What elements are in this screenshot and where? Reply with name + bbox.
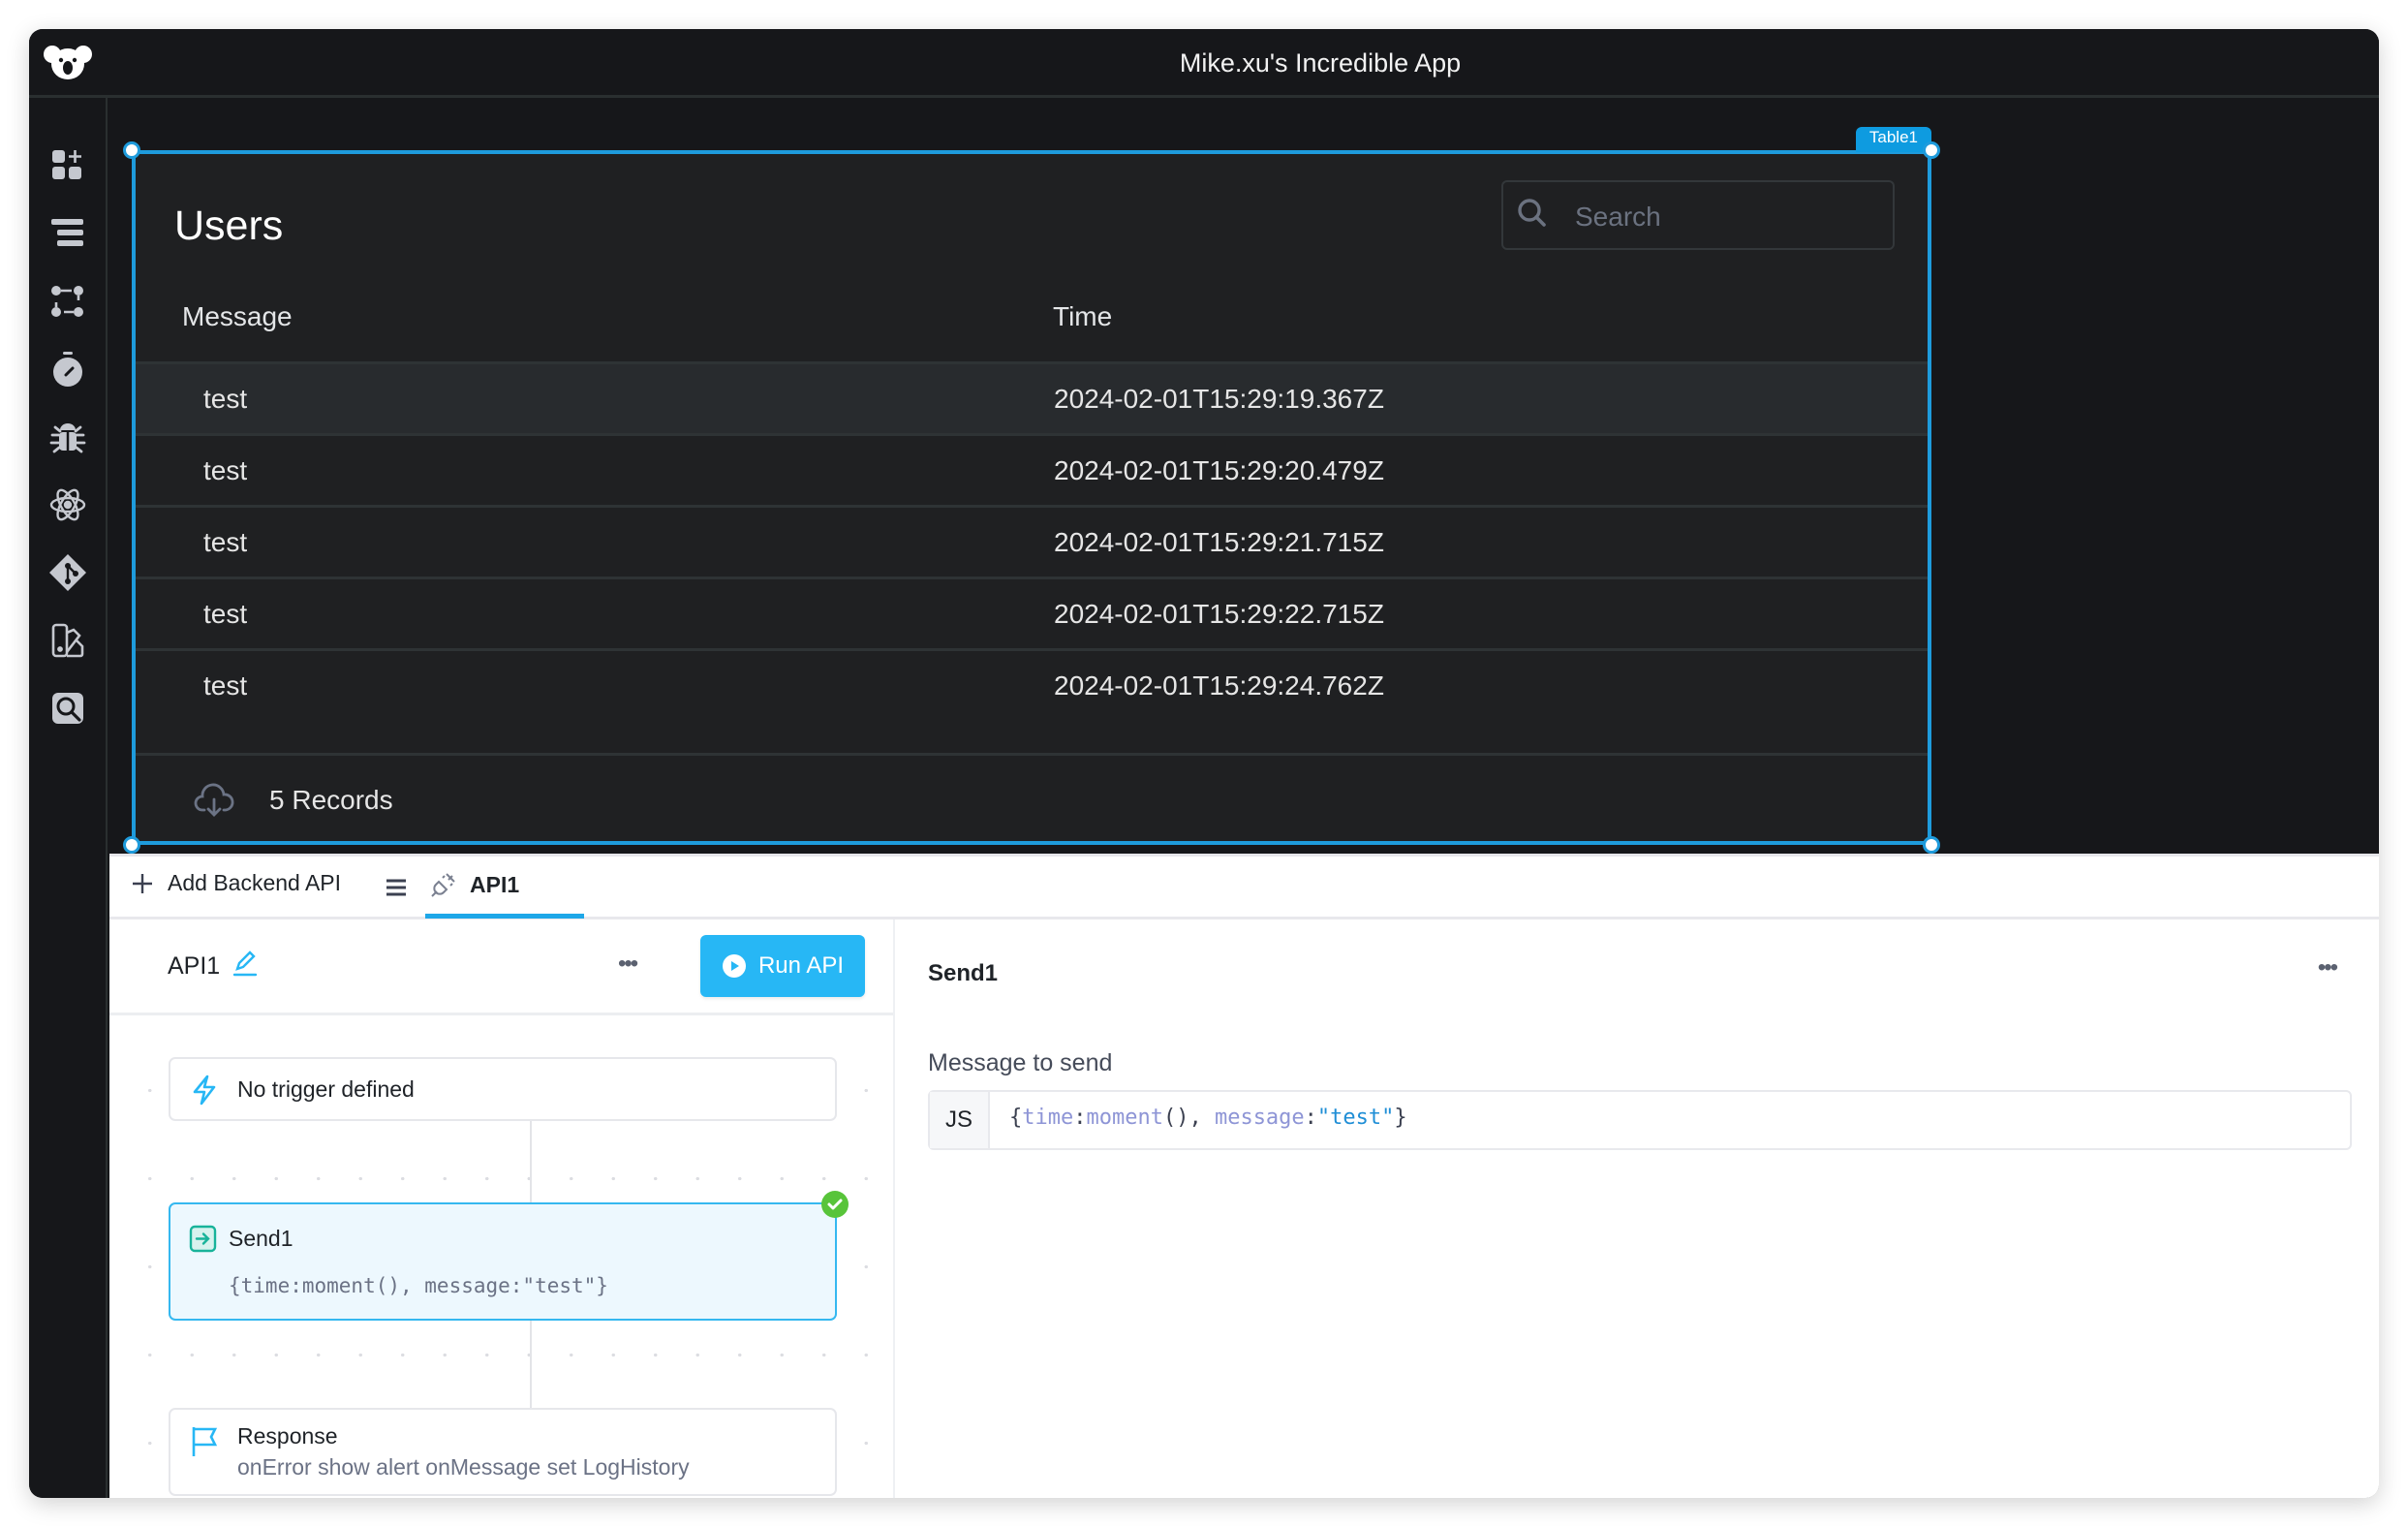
widget-name-tag[interactable]: Table1 <box>1855 127 1931 152</box>
cloud-download-icon[interactable] <box>194 780 234 821</box>
success-check-icon <box>821 1191 849 1218</box>
message-code[interactable]: {time:moment(), message:"test"} <box>1009 1106 1407 1130</box>
app-window: Mike.xu's Incredible App Table1 Users Se… <box>29 29 2379 1498</box>
layers-list-icon[interactable] <box>48 214 87 253</box>
menu-icon[interactable] <box>384 876 409 899</box>
bug-icon[interactable] <box>48 418 87 456</box>
column-header-message[interactable]: Message <box>182 301 293 332</box>
lightning-icon <box>193 1075 216 1106</box>
flag-icon <box>192 1427 218 1456</box>
nodes-icon[interactable] <box>48 282 87 321</box>
response-node[interactable]: Response onError show alert onMessage se… <box>169 1408 837 1496</box>
search-input[interactable] <box>1575 198 1866 236</box>
table-search[interactable] <box>1501 180 1895 250</box>
step-more-button[interactable]: ••• <box>2318 954 2338 982</box>
canvas: Table1 Users Message Time test 2024-02-0… <box>109 98 2379 854</box>
code-token: : <box>1073 1106 1087 1130</box>
language-tag: JS <box>930 1092 990 1148</box>
message-code-editor[interactable]: JS {time:moment(), message:"test"} <box>928 1090 2352 1150</box>
api-name: API1 <box>168 952 221 980</box>
response-label: Response <box>237 1423 338 1449</box>
git-icon[interactable] <box>48 553 87 592</box>
cell-message: test <box>203 384 248 414</box>
records-count: 5 Records <box>269 785 393 815</box>
flow-connector <box>530 1321 532 1408</box>
cell-message: test <box>203 599 248 629</box>
add-backend-api-label: Add Backend API <box>168 870 342 895</box>
step-title: Send1 <box>928 960 999 986</box>
resize-handle-bottom-left[interactable] <box>123 836 140 854</box>
code-token: "test" <box>1316 1106 1395 1130</box>
play-icon <box>722 954 746 978</box>
response-description: onError show alert onMessage set LogHist… <box>237 1454 690 1480</box>
active-tab-indicator <box>425 914 584 919</box>
search-icon[interactable] <box>48 689 87 728</box>
table-row[interactable]: test 2024-02-01T15:29:20.479Z <box>136 436 1928 508</box>
grid-plus-icon[interactable] <box>48 146 87 185</box>
cell-message: test <box>203 455 248 485</box>
table-row[interactable]: test 2024-02-01T15:29:24.762Z <box>136 651 1928 723</box>
table-row[interactable]: test 2024-02-01T15:29:21.715Z <box>136 508 1928 579</box>
add-backend-api-button[interactable]: Add Backend API <box>131 870 341 896</box>
table-row[interactable]: test 2024-02-01T15:29:22.715Z <box>136 579 1928 651</box>
send-node-code: {time:moment(), message:"test"} <box>229 1274 608 1297</box>
api-flow-panel: API1 ••• Run API No trigger defined Send… <box>109 919 895 1498</box>
cell-time: 2024-02-01T15:29:20.479Z <box>1054 455 1384 485</box>
trigger-label: No trigger defined <box>237 1076 415 1102</box>
resize-handle-top-right[interactable] <box>1923 141 1940 159</box>
api-tabs: Add Backend API API1 <box>109 854 2379 919</box>
cell-time: 2024-02-01T15:29:19.367Z <box>1054 384 1384 414</box>
cell-message: test <box>203 527 248 557</box>
send-node[interactable]: Send1 {time:moment(), message:"test"} <box>169 1191 849 1321</box>
tab-api1-label: API1 <box>470 871 520 897</box>
resize-handle-top-left[interactable] <box>123 141 140 159</box>
trigger-node[interactable]: No trigger defined <box>169 1057 837 1121</box>
table-title: Users <box>174 203 284 249</box>
table-row[interactable]: test 2024-02-01T15:29:19.367Z <box>136 364 1928 436</box>
plug-icon <box>431 873 455 897</box>
cell-time: 2024-02-01T15:29:22.715Z <box>1054 599 1384 629</box>
tab-api1[interactable]: API1 <box>429 870 519 899</box>
message-field-label: Message to send <box>928 1049 1113 1076</box>
plus-icon <box>133 873 152 893</box>
step-detail-panel: Send1 ••• Message to send JS {time:momen… <box>897 919 2379 1498</box>
search-icon <box>1518 199 1546 227</box>
sidebar <box>29 98 108 1498</box>
api-toolbar: API1 ••• Run API <box>109 919 893 1015</box>
send-arrow-icon <box>189 1225 217 1253</box>
code-token: { <box>1009 1106 1023 1130</box>
stopwatch-icon[interactable] <box>48 350 87 389</box>
code-token: } <box>1394 1106 1407 1130</box>
cell-message: test <box>203 670 248 701</box>
app-header: Mike.xu's Incredible App <box>29 29 2379 98</box>
table-widget[interactable]: Table1 Users Message Time test 2024-02-0… <box>123 127 1940 854</box>
footer-divider <box>136 753 1928 756</box>
code-token: message <box>1214 1106 1305 1130</box>
flow-connector <box>530 1121 532 1202</box>
cell-time: 2024-02-01T15:29:24.762Z <box>1054 670 1384 701</box>
edit-pencil-icon[interactable] <box>232 949 259 978</box>
api-more-button[interactable]: ••• <box>618 950 647 980</box>
code-token: : <box>1304 1106 1317 1130</box>
code-token: moment <box>1086 1106 1163 1130</box>
column-header-time[interactable]: Time <box>1053 301 1112 332</box>
swatch-icon[interactable] <box>48 621 87 660</box>
send-node-label: Send1 <box>229 1226 293 1251</box>
app-title: Mike.xu's Incredible App <box>1179 48 1462 78</box>
atom-icon[interactable] <box>48 485 87 524</box>
api-editor: Add Backend API API1 API1 ••• Run API No… <box>109 854 2379 1498</box>
cell-time: 2024-02-01T15:29:21.715Z <box>1054 527 1384 557</box>
code-token: (), <box>1162 1106 1215 1130</box>
resize-handle-bottom-right[interactable] <box>1923 836 1940 854</box>
run-api-button[interactable]: Run API <box>700 935 865 997</box>
run-api-label: Run API <box>757 952 845 979</box>
code-token: time <box>1022 1106 1074 1130</box>
